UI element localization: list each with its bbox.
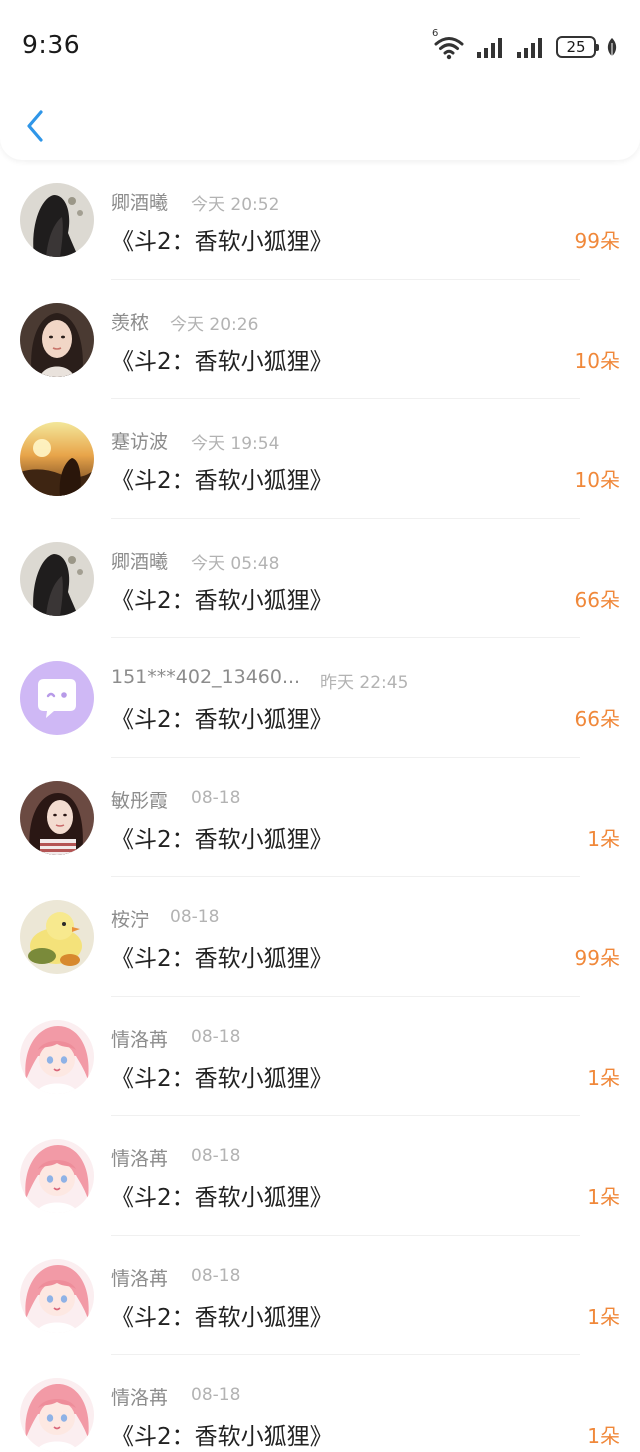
- book-title: 《斗2：香软小狐狸》: [111, 587, 333, 614]
- flower-amount: 1朵: [587, 1185, 620, 1209]
- book-title: 《斗2：香软小狐狸》: [111, 707, 333, 733]
- timestamp: 08-18: [191, 1265, 241, 1286]
- book-title: 《斗2：香软小狐狸》: [111, 1304, 333, 1331]
- flower-amount: 1朵: [587, 1065, 620, 1090]
- list-item[interactable]: 桉泞 08-18 《斗2：香软小狐狸》 99朵: [0, 877, 640, 997]
- flower-amount: 99朵: [574, 229, 620, 253]
- flower-amount: 66朵: [574, 707, 620, 731]
- avatar[interactable]: [20, 1139, 94, 1213]
- timestamp: 今天 20:52: [191, 195, 280, 215]
- book-title: 《斗2：香软小狐狸》: [111, 1185, 333, 1211]
- avatar[interactable]: [20, 541, 94, 616]
- timestamp: 08-18: [191, 1385, 241, 1405]
- timestamp: 昨天 22:45: [320, 673, 409, 693]
- avatar[interactable]: [20, 661, 94, 735]
- avatar[interactable]: [20, 422, 94, 496]
- book-title: 《斗2：香软小狐狸》: [111, 1424, 333, 1450]
- username: 敏彤霞: [111, 789, 169, 812]
- username: 情洛苒: [111, 1028, 169, 1051]
- book-title: 《斗2：香软小狐狸》: [111, 946, 333, 972]
- username: 卿酒曦: [111, 550, 169, 573]
- list-item[interactable]: 卿酒曦 今天 20:52 《斗2：香软小狐狸》 99朵: [0, 160, 640, 280]
- signal-icon: [476, 36, 506, 58]
- timestamp: 今天 20:26: [170, 314, 259, 335]
- username: 卿酒曦: [111, 192, 169, 214]
- back-button[interactable]: [18, 104, 52, 148]
- flower-amount: 10朵: [574, 348, 620, 373]
- list-item[interactable]: 羡秾 今天 20:26 《斗2：香软小狐狸》 10朵: [0, 280, 640, 399]
- book-title: 《斗2：香软小狐狸》: [111, 1065, 333, 1092]
- username: 情洛苒: [111, 1387, 169, 1409]
- flower-amount: 10朵: [574, 468, 620, 492]
- flower-amount: 99朵: [574, 946, 620, 970]
- list-item[interactable]: 151***402_13460... 昨天 22:45 《斗2：香软小狐狸》 6…: [0, 638, 640, 758]
- username: 桉泞: [111, 909, 150, 931]
- timestamp: 08-18: [170, 907, 220, 927]
- signal-icon-2: [516, 36, 546, 58]
- timestamp: 08-18: [191, 787, 241, 808]
- status-time: 9:36: [22, 30, 81, 59]
- list-item[interactable]: 敏彤霞 08-18 《斗2：香软小狐狸》 1朵: [0, 758, 640, 877]
- flower-amount: 1朵: [587, 1304, 620, 1329]
- avatar[interactable]: [20, 1019, 94, 1094]
- username: 151***402_13460...: [111, 666, 301, 688]
- book-title: 《斗2：香软小狐狸》: [111, 468, 333, 494]
- username: 情洛苒: [111, 1267, 169, 1290]
- list-item[interactable]: 情洛苒 08-18 《斗2：香软小狐狸》 1朵: [0, 1355, 640, 1452]
- leaf-icon: [606, 37, 618, 57]
- list-item[interactable]: 情洛苒 08-18 《斗2：香软小狐狸》 1朵: [0, 1236, 640, 1355]
- timestamp: 今天 19:54: [191, 434, 280, 454]
- flower-amount: 66朵: [574, 587, 620, 612]
- header-bar: 9:36 6 25: [0, 0, 640, 160]
- list-item[interactable]: 情洛苒 08-18 《斗2：香软小狐狸》 1朵: [0, 1116, 640, 1236]
- timestamp: 08-18: [191, 1026, 241, 1047]
- username: 情洛苒: [111, 1148, 169, 1170]
- status-icons: 6 25: [432, 28, 618, 60]
- gift-record-list: 卿酒曦 今天 20:52 《斗2：香软小狐狸》 99朵 羡秾 今天 20:26 …: [0, 160, 640, 1452]
- list-item[interactable]: 情洛苒 08-18 《斗2：香软小狐狸》 1朵: [0, 997, 640, 1116]
- timestamp: 今天 05:48: [191, 553, 280, 574]
- avatar[interactable]: [20, 183, 94, 257]
- gift-record-page: 9:36 6 25 卿酒曦 今天 20:52 《斗2：香软小狐狸》 99朵 羡秾…: [0, 0, 640, 1452]
- avatar[interactable]: [20, 780, 94, 855]
- book-title: 《斗2：香软小狐狸》: [111, 348, 333, 375]
- wifi-icon: 6: [432, 28, 466, 60]
- list-item[interactable]: 蹇访波 今天 19:54 《斗2：香软小狐狸》 10朵: [0, 399, 640, 519]
- book-title: 《斗2：香软小狐狸》: [111, 826, 333, 853]
- avatar[interactable]: [20, 302, 94, 377]
- network-badge: 6: [432, 28, 439, 39]
- flower-amount: 1朵: [587, 826, 620, 851]
- username: 蹇访波: [111, 431, 169, 453]
- avatar[interactable]: [20, 1378, 94, 1452]
- username: 羡秾: [111, 311, 150, 334]
- battery-indicator: 25: [556, 36, 599, 58]
- flower-amount: 1朵: [587, 1424, 620, 1448]
- book-title: 《斗2：香软小狐狸》: [111, 229, 333, 255]
- timestamp: 08-18: [191, 1146, 241, 1166]
- avatar[interactable]: [20, 1258, 94, 1333]
- chevron-left-icon: [27, 110, 43, 142]
- list-item[interactable]: 卿酒曦 今天 05:48 《斗2：香软小狐狸》 66朵: [0, 519, 640, 638]
- avatar[interactable]: [20, 900, 94, 974]
